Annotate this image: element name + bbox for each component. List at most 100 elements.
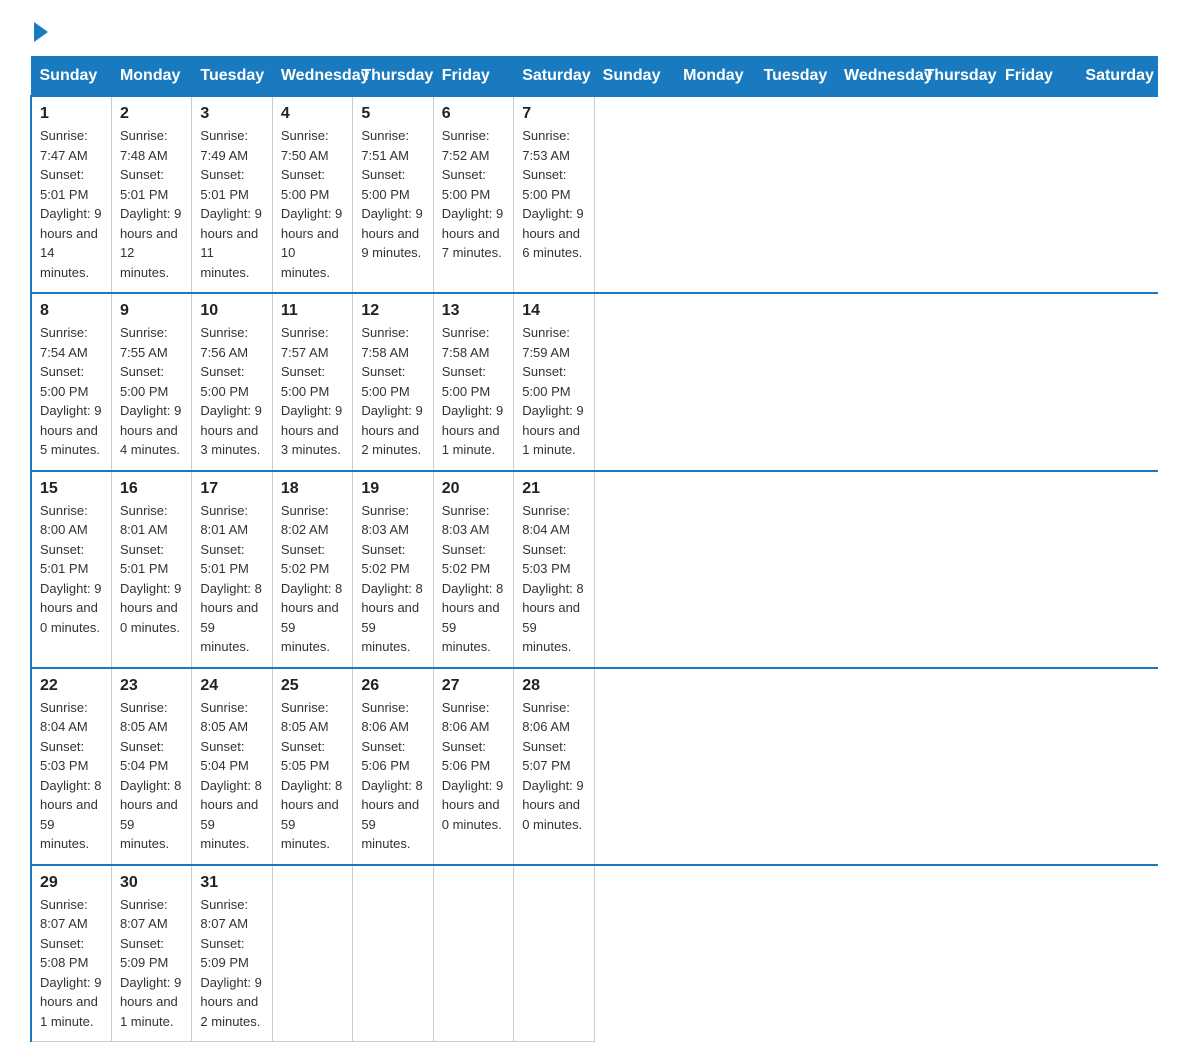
day-header-monday: Monday <box>111 57 191 97</box>
day-number: 20 <box>442 480 505 498</box>
day-number: 11 <box>281 302 344 320</box>
day-number: 24 <box>200 677 263 695</box>
day-number: 27 <box>442 677 505 695</box>
day-info: Sunrise: 7:49 AMSunset: 5:01 PMDaylight:… <box>200 126 263 282</box>
calendar-cell <box>433 865 513 1042</box>
day-info: Sunrise: 7:58 AMSunset: 5:00 PMDaylight:… <box>361 323 424 460</box>
day-number: 16 <box>120 480 183 498</box>
calendar-cell <box>272 865 352 1042</box>
day-info: Sunrise: 7:58 AMSunset: 5:00 PMDaylight:… <box>442 323 505 460</box>
day-header-tuesday: Tuesday <box>192 57 272 97</box>
day-number: 14 <box>522 302 585 320</box>
calendar-cell: 17Sunrise: 8:01 AMSunset: 5:01 PMDayligh… <box>192 471 272 668</box>
day-info: Sunrise: 7:54 AMSunset: 5:00 PMDaylight:… <box>40 323 103 460</box>
day-number: 30 <box>120 874 183 892</box>
day-number: 18 <box>281 480 344 498</box>
calendar-cell: 2 Sunrise: 7:48 AMSunset: 5:01 PMDaylight… <box>111 96 191 293</box>
calendar-cell: 24 Sunrise: 8:05 AMSunset: 5:04 PMDayligh… <box>192 668 272 865</box>
day-info: Sunrise: 8:05 AMSunset: 5:04 PMDaylight:… <box>200 698 263 854</box>
day-number: 1 <box>40 105 103 123</box>
calendar-cell: 23 Sunrise: 8:05 AMSunset: 5:04 PMDayligh… <box>111 668 191 865</box>
day-number: 12 <box>361 302 424 320</box>
calendar-cell: 16Sunrise: 8:01 AMSunset: 5:01 PMDayligh… <box>111 471 191 668</box>
calendar-cell: 27 Sunrise: 8:06 AMSunset: 5:06 PMDayligh… <box>433 668 513 865</box>
day-info: Sunrise: 8:05 AMSunset: 5:04 PMDaylight:… <box>120 698 183 854</box>
logo-arrow-icon <box>34 22 48 42</box>
page-header <box>30 20 1158 36</box>
day-info: Sunrise: 7:53 AMSunset: 5:00 PMDaylight:… <box>522 126 585 263</box>
day-header-monday: Monday <box>675 57 755 97</box>
day-info: Sunrise: 8:06 AMSunset: 5:06 PMDaylight:… <box>442 698 505 835</box>
calendar-week-row: 1Sunrise: 7:47 AMSunset: 5:01 PMDaylight… <box>31 96 1158 293</box>
calendar-cell: 5Sunrise: 7:51 AMSunset: 5:00 PMDaylight… <box>353 96 433 293</box>
day-number: 22 <box>40 677 103 695</box>
calendar-cell: 20 Sunrise: 8:03 AMSunset: 5:02 PMDayligh… <box>433 471 513 668</box>
day-info: Sunrise: 8:03 AMSunset: 5:02 PMDaylight:… <box>442 501 505 657</box>
calendar-cell: 3 Sunrise: 7:49 AMSunset: 5:01 PMDaylight… <box>192 96 272 293</box>
calendar-header-row: SundayMondayTuesdayWednesdayThursdayFrid… <box>31 57 1158 97</box>
day-number: 6 <box>442 105 505 123</box>
calendar-cell: 14 Sunrise: 7:59 AMSunset: 5:00 PMDayligh… <box>514 293 594 471</box>
day-number: 31 <box>200 874 263 892</box>
day-header-tuesday: Tuesday <box>755 57 835 97</box>
day-header-wednesday: Wednesday <box>272 57 352 97</box>
day-number: 2 <box>120 105 183 123</box>
day-info: Sunrise: 8:02 AMSunset: 5:02 PMDaylight:… <box>281 501 344 657</box>
calendar-cell: 15 Sunrise: 8:00 AMSunset: 5:01 PMDayligh… <box>31 471 111 668</box>
calendar-cell: 12 Sunrise: 7:58 AMSunset: 5:00 PMDayligh… <box>353 293 433 471</box>
calendar-cell: 13 Sunrise: 7:58 AMSunset: 5:00 PMDayligh… <box>433 293 513 471</box>
day-number: 3 <box>200 105 263 123</box>
calendar-cell: 22 Sunrise: 8:04 AMSunset: 5:03 PMDayligh… <box>31 668 111 865</box>
day-info: Sunrise: 8:07 AMSunset: 5:09 PMDaylight:… <box>200 895 263 1032</box>
day-info: Sunrise: 7:48 AMSunset: 5:01 PMDaylight:… <box>120 126 183 282</box>
calendar-week-row: 29 Sunrise: 8:07 AMSunset: 5:08 PMDayligh… <box>31 865 1158 1042</box>
day-header-sunday: Sunday <box>31 57 111 97</box>
day-number: 23 <box>120 677 183 695</box>
calendar-cell: 25 Sunrise: 8:05 AMSunset: 5:05 PMDayligh… <box>272 668 352 865</box>
day-header-thursday: Thursday <box>353 57 433 97</box>
day-info: Sunrise: 7:57 AMSunset: 5:00 PMDaylight:… <box>281 323 344 460</box>
day-info: Sunrise: 8:00 AMSunset: 5:01 PMDaylight:… <box>40 501 103 638</box>
logo <box>30 20 48 36</box>
day-number: 8 <box>40 302 103 320</box>
day-number: 19 <box>361 480 424 498</box>
day-info: Sunrise: 7:50 AMSunset: 5:00 PMDaylight:… <box>281 126 344 282</box>
day-number: 26 <box>361 677 424 695</box>
calendar-cell: 4 Sunrise: 7:50 AMSunset: 5:00 PMDaylight… <box>272 96 352 293</box>
calendar-cell: 8 Sunrise: 7:54 AMSunset: 5:00 PMDaylight… <box>31 293 111 471</box>
day-info: Sunrise: 7:59 AMSunset: 5:00 PMDaylight:… <box>522 323 585 460</box>
calendar-cell: 9 Sunrise: 7:55 AMSunset: 5:00 PMDaylight… <box>111 293 191 471</box>
day-number: 21 <box>522 480 585 498</box>
day-header-saturday: Saturday <box>514 57 594 97</box>
day-header-sunday: Sunday <box>594 57 674 97</box>
day-info: Sunrise: 8:06 AMSunset: 5:07 PMDaylight:… <box>522 698 585 835</box>
day-info: Sunrise: 8:04 AMSunset: 5:03 PMDaylight:… <box>40 698 103 854</box>
day-number: 4 <box>281 105 344 123</box>
calendar-cell: 28 Sunrise: 8:06 AMSunset: 5:07 PMDayligh… <box>514 668 594 865</box>
calendar-cell: 26Sunrise: 8:06 AMSunset: 5:06 PMDayligh… <box>353 668 433 865</box>
day-info: Sunrise: 8:05 AMSunset: 5:05 PMDaylight:… <box>281 698 344 854</box>
day-info: Sunrise: 7:52 AMSunset: 5:00 PMDaylight:… <box>442 126 505 263</box>
day-info: Sunrise: 8:04 AMSunset: 5:03 PMDaylight:… <box>522 501 585 657</box>
day-number: 29 <box>40 874 103 892</box>
calendar-cell: 31 Sunrise: 8:07 AMSunset: 5:09 PMDayligh… <box>192 865 272 1042</box>
day-number: 25 <box>281 677 344 695</box>
calendar-cell: 29 Sunrise: 8:07 AMSunset: 5:08 PMDayligh… <box>31 865 111 1042</box>
day-info: Sunrise: 8:01 AMSunset: 5:01 PMDaylight:… <box>200 501 263 657</box>
day-number: 7 <box>522 105 585 123</box>
day-info: Sunrise: 8:07 AMSunset: 5:08 PMDaylight:… <box>40 895 103 1032</box>
calendar-cell <box>514 865 594 1042</box>
day-number: 9 <box>120 302 183 320</box>
day-info: Sunrise: 8:03 AMSunset: 5:02 PMDaylight:… <box>361 501 424 657</box>
calendar-cell: 11 Sunrise: 7:57 AMSunset: 5:00 PMDayligh… <box>272 293 352 471</box>
calendar-cell <box>353 865 433 1042</box>
calendar-cell: 7 Sunrise: 7:53 AMSunset: 5:00 PMDaylight… <box>514 96 594 293</box>
day-number: 15 <box>40 480 103 498</box>
day-info: Sunrise: 8:07 AMSunset: 5:09 PMDaylight:… <box>120 895 183 1032</box>
day-number: 10 <box>200 302 263 320</box>
day-info: Sunrise: 7:55 AMSunset: 5:00 PMDaylight:… <box>120 323 183 460</box>
day-number: 28 <box>522 677 585 695</box>
day-number: 13 <box>442 302 505 320</box>
calendar-cell: 6 Sunrise: 7:52 AMSunset: 5:00 PMDaylight… <box>433 96 513 293</box>
calendar-week-row: 15 Sunrise: 8:00 AMSunset: 5:01 PMDayligh… <box>31 471 1158 668</box>
